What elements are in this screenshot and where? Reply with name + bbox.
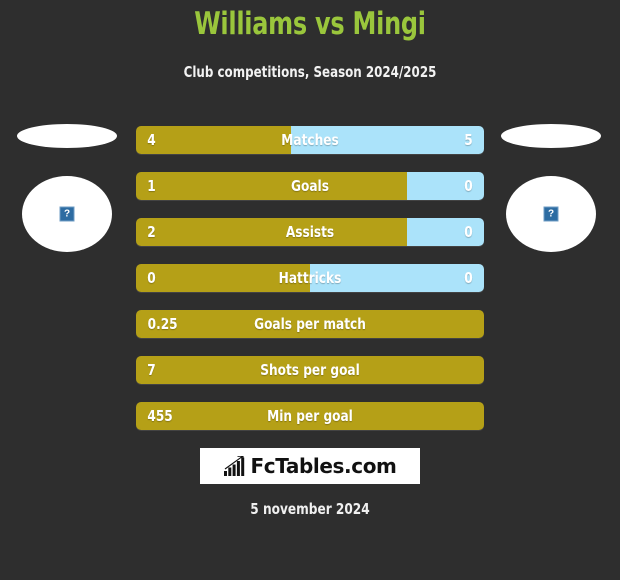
- stat-bars-list: 4 Matches 5 1 Goals 0 2 Assists 0 0 Hattricks 0 0.25…: [136, 126, 484, 448]
- broken-image-icon: ?: [543, 206, 559, 222]
- page-title: Williams vs Mingi: [194, 6, 426, 42]
- stat-label: Assists: [285, 223, 335, 241]
- player-photo-left: ?: [8, 118, 126, 268]
- stat-label: Shots per goal: [260, 361, 360, 379]
- stat-bar-text: 2 Assists 0: [136, 218, 484, 246]
- stat-value-right: 5: [464, 131, 473, 149]
- player-photo-left-main-ellipse: ?: [22, 176, 112, 252]
- stat-bar-text: 1 Goals 0: [136, 172, 484, 200]
- stat-bar-text: 7 Shots per goal: [136, 356, 484, 384]
- stat-bar-row: 0 Hattricks 0: [136, 264, 484, 292]
- player-photo-right-top-ellipse: [501, 124, 601, 148]
- stat-value-right: 0: [464, 269, 473, 287]
- stat-bar-row: 1 Goals 0: [136, 172, 484, 200]
- stat-label: Goals per match: [254, 315, 366, 333]
- stat-bar-row: 4 Matches 5: [136, 126, 484, 154]
- stat-bar-row: 2 Assists 0: [136, 218, 484, 246]
- stat-label: Goals: [291, 177, 329, 195]
- stat-label: Hattricks: [278, 269, 342, 287]
- bar-chart-trend-icon: [223, 456, 244, 476]
- stat-bar-row: 455 Min per goal: [136, 402, 484, 430]
- stat-bar-row: 0.25 Goals per match: [136, 310, 484, 338]
- stat-value-right: 0: [464, 223, 473, 241]
- page-subtitle: Club competitions, Season 2024/2025: [183, 63, 437, 81]
- player-photo-left-top-ellipse: [17, 124, 117, 148]
- stat-bar-text: 0.25 Goals per match: [136, 310, 484, 338]
- fctables-logo[interactable]: FcTables.com: [200, 448, 420, 484]
- stat-label: Matches: [281, 131, 339, 149]
- fctables-logo-text: FcTables.com: [250, 454, 397, 478]
- stat-bar-text: 455 Min per goal: [136, 402, 484, 430]
- date-label: 5 november 2024: [250, 500, 370, 518]
- stat-label: Min per goal: [267, 407, 353, 425]
- comparison-infographic: Williams vs Mingi Club competitions, Sea…: [0, 0, 620, 580]
- player-photo-right: ?: [492, 118, 610, 268]
- stat-bar-text: 4 Matches 5: [136, 126, 484, 154]
- broken-image-icon: ?: [59, 206, 75, 222]
- stat-value-right: 0: [464, 177, 473, 195]
- player-photo-right-main-ellipse: ?: [506, 176, 596, 252]
- stat-bar-text: 0 Hattricks 0: [136, 264, 484, 292]
- stat-bar-row: 7 Shots per goal: [136, 356, 484, 384]
